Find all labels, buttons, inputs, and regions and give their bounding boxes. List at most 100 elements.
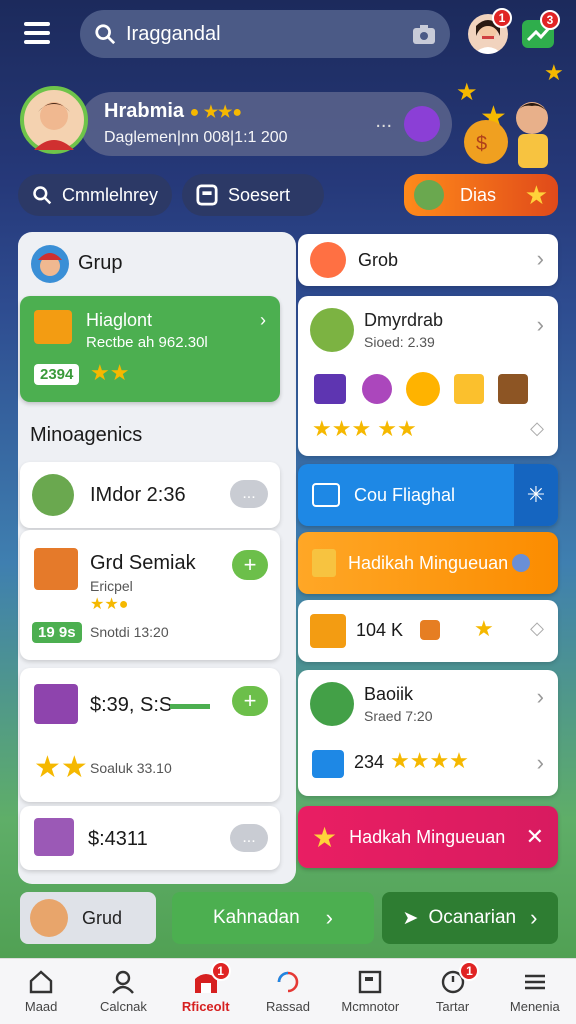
coin-icon bbox=[420, 620, 440, 640]
list-item[interactable]: Grd Semiak Ericpel ★★● + 19 9s Snotdi 13… bbox=[20, 530, 280, 660]
chevron-right-icon: › bbox=[536, 684, 544, 709]
nav-badge: 1 bbox=[210, 961, 231, 981]
chevron-right-icon: › bbox=[530, 905, 538, 930]
bottom-nav: Maad Calcnak Rficeolt 1 Rassad Mcmnotor … bbox=[0, 958, 576, 1024]
gift-icon bbox=[314, 374, 346, 404]
promo-button[interactable]: Dias ★ bbox=[404, 174, 558, 216]
dark-action-button[interactable]: ➤ Ocanarian › bbox=[382, 892, 558, 944]
nav-timer[interactable]: Tartar 1 bbox=[411, 959, 493, 1024]
pink-card-label: Hadkah Mingueuan bbox=[349, 826, 506, 847]
search-input[interactable] bbox=[126, 22, 412, 46]
gift-icon bbox=[498, 374, 528, 404]
gift-subtitle: Sioed: 2.39 bbox=[364, 334, 435, 350]
list-item[interactable]: $:4311 ... bbox=[20, 806, 280, 870]
coin-icon: ● ★★● bbox=[189, 104, 243, 121]
green-action-button[interactable]: Kahnadan › bbox=[172, 892, 374, 944]
nav-label: Maad bbox=[24, 999, 58, 1014]
gift-title: Dmyrdrab bbox=[364, 310, 444, 330]
list-item-title: $:39, S:S bbox=[90, 694, 173, 716]
nav-home[interactable]: Maad bbox=[0, 959, 82, 1024]
pink-action-card[interactable]: ★ Hadkah Mingueuan ✕ bbox=[298, 806, 558, 868]
coin-icon bbox=[362, 374, 392, 404]
close-icon[interactable]: ✕ bbox=[526, 824, 544, 850]
grud-button[interactable]: Grud bbox=[20, 892, 156, 944]
avatar bbox=[30, 899, 68, 937]
star-icon: ★★ bbox=[90, 360, 130, 385]
chevron-right-icon: › bbox=[536, 246, 544, 271]
chevron-right-icon: › bbox=[536, 750, 544, 775]
list-item[interactable]: IMdor 2:36 ... bbox=[20, 462, 280, 528]
nav-label: Tartar bbox=[435, 999, 470, 1014]
gift-icon bbox=[34, 818, 74, 856]
list-item-meta: Snotdi 13:20 bbox=[90, 624, 169, 640]
orange-card-label: Hadikah Mingueuan bbox=[348, 552, 509, 573]
star-icon: ★★★★ bbox=[390, 748, 469, 773]
nav-profile[interactable]: Calcnak bbox=[82, 959, 164, 1024]
person-card[interactable]: Baoiik Sraed 7:20 › 234 ★★★★ › bbox=[298, 670, 558, 796]
gift-icon bbox=[310, 308, 354, 352]
nav-store[interactable]: Rficeolt 1 bbox=[165, 959, 247, 1024]
star-icon: ★ bbox=[544, 60, 564, 85]
value-label: 104 K bbox=[356, 620, 404, 640]
refresh-icon bbox=[277, 971, 299, 993]
gift-icon bbox=[34, 548, 78, 590]
add-button[interactable]: + bbox=[232, 686, 268, 716]
search-button[interactable]: Soesert bbox=[182, 174, 324, 216]
nav-menu[interactable]: Menenia bbox=[494, 959, 576, 1024]
community-button[interactable]: Cmmlelnrey bbox=[18, 174, 172, 216]
profile-avatar[interactable] bbox=[20, 86, 88, 154]
profile-icon bbox=[112, 970, 135, 994]
gift-icon bbox=[454, 374, 484, 404]
search-label: Soesert bbox=[228, 184, 291, 205]
list-item[interactable]: $:39, S:S + ★★ Soaluk 33.10 bbox=[20, 668, 280, 802]
blue-action-card[interactable]: Cou Fliaghal ✳ bbox=[298, 464, 558, 526]
search-bar[interactable] bbox=[80, 10, 450, 58]
dark-button-label: Ocanarian bbox=[428, 907, 517, 928]
mascot-image: $ bbox=[456, 90, 566, 170]
profile-card[interactable]: Hrabmia ● ★★● Daglemen|nn 008|1:1 200 ..… bbox=[80, 92, 452, 156]
globe-icon bbox=[512, 554, 531, 572]
messages-button[interactable]: 3 bbox=[522, 10, 560, 50]
note-icon bbox=[312, 549, 336, 577]
more-button[interactable]: ... bbox=[230, 824, 268, 852]
nav-monitor[interactable]: Mcmnotor bbox=[329, 959, 411, 1024]
snowflake-icon[interactable]: ✳ bbox=[514, 464, 558, 526]
group-title: Grob bbox=[358, 250, 399, 270]
value-card[interactable]: 104 K ★ ◇ bbox=[298, 600, 558, 662]
orange-action-card[interactable]: Hadikah Mingueuan bbox=[298, 532, 558, 594]
profile-name-text: Hrabmia bbox=[104, 100, 185, 122]
highlight-title: Hiaglont bbox=[86, 310, 153, 330]
green-button-label: Kahnadan bbox=[213, 907, 300, 928]
coin-icon bbox=[406, 372, 440, 406]
person-subtitle: Sraed 7:20 bbox=[364, 708, 433, 724]
list-item-title: Grd Semiak bbox=[90, 552, 196, 574]
nav-label: Mcmnotor bbox=[341, 999, 400, 1014]
status-dot bbox=[404, 106, 440, 142]
nav-refresh[interactable]: Rassad bbox=[247, 959, 329, 1024]
grud-label: Grud bbox=[82, 907, 123, 928]
arrow-icon: ➤ bbox=[402, 907, 419, 929]
group-header-card[interactable]: Grob › bbox=[298, 234, 558, 286]
notification-avatar[interactable]: 1 bbox=[468, 8, 512, 54]
avatar bbox=[32, 474, 74, 516]
progress-bar bbox=[170, 704, 210, 709]
star-icon: ★ bbox=[312, 821, 338, 853]
add-button[interactable]: + bbox=[232, 550, 268, 580]
chevron-right-icon: › bbox=[536, 312, 544, 337]
gift-icon bbox=[34, 310, 72, 344]
gift-icon bbox=[310, 614, 346, 648]
highlight-card[interactable]: Hiaglont Rectbe ah 962.30l › 2394 ★★ bbox=[20, 296, 280, 402]
avatar bbox=[310, 682, 354, 726]
list-item-title: $:4311 bbox=[88, 828, 148, 850]
menu-icon bbox=[524, 974, 545, 990]
price-badge: 19 9s bbox=[32, 622, 82, 643]
group-avatar bbox=[30, 244, 70, 284]
nav-label: Rficeolt bbox=[181, 999, 230, 1014]
list-item-title: IMdor 2:36 bbox=[90, 484, 186, 506]
more-button[interactable]: ... bbox=[230, 480, 268, 508]
gift-card[interactable]: Dmyrdrab Sioed: 2.39 › ★★★ ★★ ◇ bbox=[298, 296, 558, 456]
camera-icon[interactable] bbox=[412, 23, 436, 45]
menu-button[interactable] bbox=[24, 22, 50, 44]
blue-card-label: Cou Fliaghal bbox=[354, 484, 456, 505]
more-options[interactable]: ... bbox=[375, 110, 392, 133]
